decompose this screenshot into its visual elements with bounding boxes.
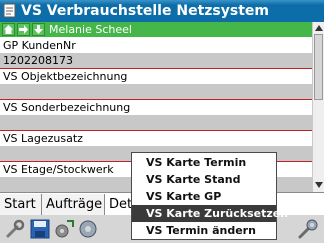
field-label-objektbezeichnung: VS Objektbezeichnung — [3, 70, 128, 83]
document-icon — [3, 3, 16, 18]
context-menu: VS Karte Termin VS Karte Stand VS Karte … — [131, 152, 288, 240]
menu-item-karte-zuruecksetzen[interactable]: VS Karte Zurücksetzen — [132, 205, 288, 222]
tab-auftraege[interactable]: Aufträge — [42, 194, 105, 215]
field-label-kundennr: GP KundenNr — [3, 39, 76, 52]
menu-item-karte-termin[interactable]: VS Karte Termin — [132, 154, 276, 171]
field-label-sonderbezeichnung: VS Sonderbezeichnung — [3, 101, 131, 114]
title-bar: VS Verbrauchstelle Netzsystem — [0, 0, 324, 22]
menu-item-termin-aendern[interactable]: VS Termin ändern — [132, 222, 276, 239]
scroll-down-icon[interactable] — [314, 181, 324, 189]
vertical-scrollbar[interactable] — [312, 22, 324, 192]
gear-arrows-icon[interactable] — [53, 218, 75, 240]
app-title: VS Verbrauchstelle Netzsystem — [21, 3, 269, 19]
scroll-up-icon[interactable] — [314, 24, 324, 32]
settings-tools-icon[interactable] — [297, 218, 319, 240]
menu-item-karte-gp[interactable]: VS Karte GP — [132, 188, 276, 205]
scrollbar-thumb[interactable] — [314, 34, 323, 100]
field-value-kundennr[interactable]: 1202208173 — [0, 53, 312, 68]
home-icon[interactable] — [2, 23, 15, 36]
forward-arrow-icon[interactable] — [17, 23, 30, 36]
down-arrow-icon[interactable] — [32, 23, 45, 36]
field-label-lagezusatz: VS Lagezusatz — [3, 132, 83, 145]
field-value-objektbezeichnung[interactable] — [0, 84, 312, 99]
navigation-bar: Melanie Scheel — [0, 22, 312, 37]
wrench-icon[interactable] — [4, 218, 26, 240]
menu-item-karte-stand[interactable]: VS Karte Stand — [132, 171, 276, 188]
gear-icon[interactable] — [77, 218, 99, 240]
save-icon[interactable] — [29, 218, 51, 240]
field-value-sonderbezeichnung[interactable] — [0, 115, 312, 130]
tab-start[interactable]: Start — [0, 194, 42, 215]
user-name: Melanie Scheel — [49, 23, 132, 36]
